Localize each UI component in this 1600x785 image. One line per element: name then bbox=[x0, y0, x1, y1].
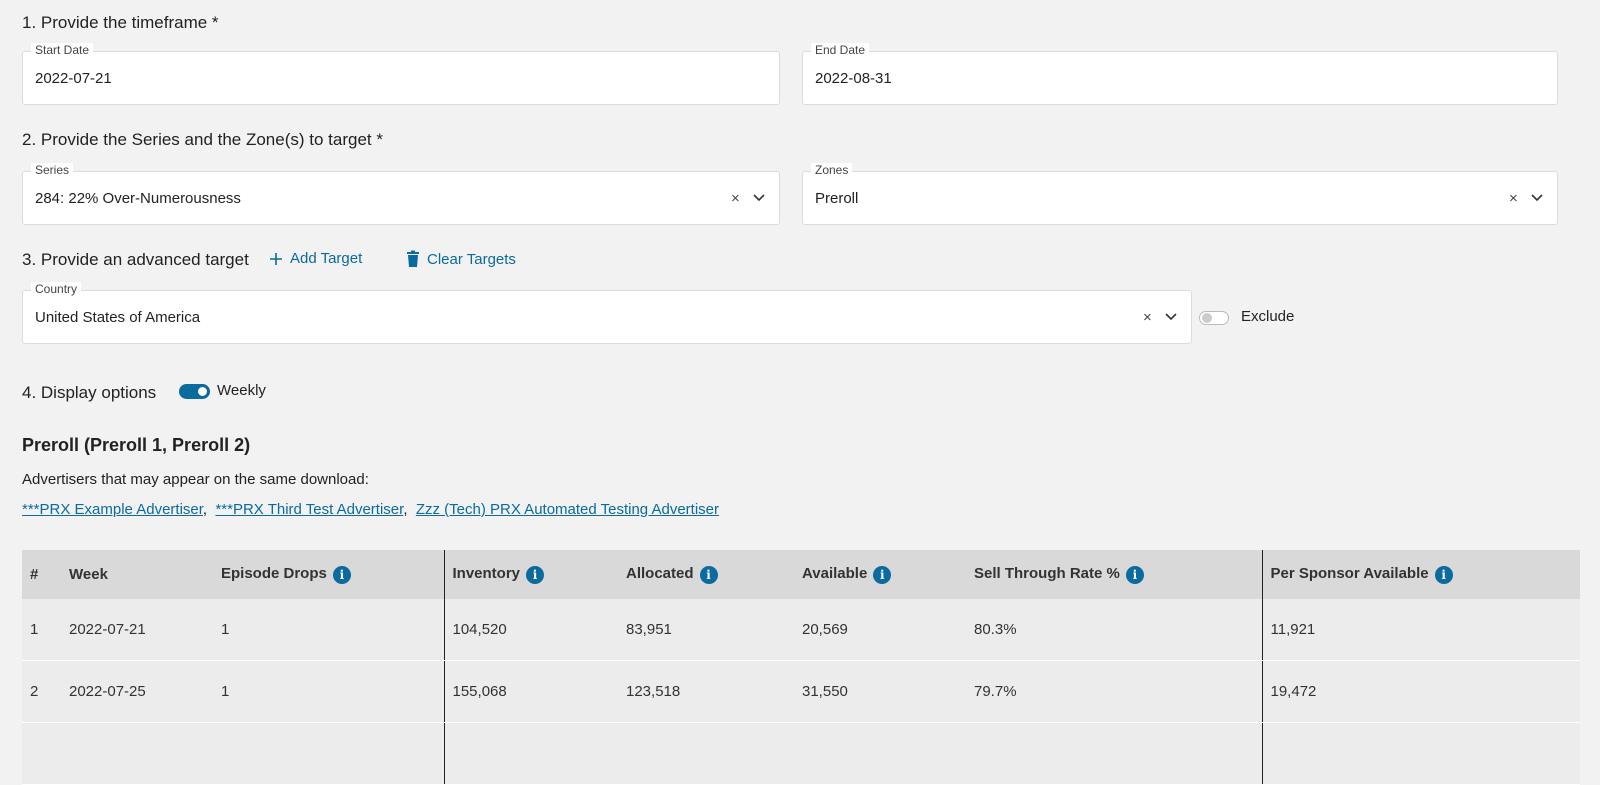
cell-allocated: 83,951 bbox=[618, 599, 794, 661]
zones-value: Preroll bbox=[815, 190, 859, 207]
cell-psa: 19,472 bbox=[1261, 660, 1580, 723]
results-heading: Preroll (Preroll 1, Preroll 2) bbox=[22, 435, 251, 455]
cell-empty bbox=[1261, 722, 1580, 785]
cell-available: 20,569 bbox=[794, 599, 966, 661]
zones-clear-icon[interactable]: × bbox=[1509, 190, 1518, 207]
info-icon[interactable]: i bbox=[873, 565, 892, 584]
col-header-drops-label: Episode Drops bbox=[221, 565, 327, 583]
series-chevron-down-icon[interactable] bbox=[752, 191, 766, 205]
cell-empty bbox=[966, 722, 1262, 785]
country-label: Country bbox=[31, 282, 82, 296]
cell-empty bbox=[61, 722, 213, 785]
cell-str: 80.3% bbox=[966, 599, 1262, 661]
cell-empty bbox=[443, 722, 618, 785]
series-select[interactable]: Series 284: 22% Over-Numerousness × bbox=[22, 163, 780, 225]
advertiser-link[interactable]: Zzz (Tech) PRX Automated Testing Adverti… bbox=[416, 501, 719, 518]
end-date-field[interactable]: End Date 2022-08-31 bbox=[802, 43, 1558, 105]
cell-num: 2 bbox=[22, 660, 61, 723]
start-date-value[interactable]: 2022-07-21 bbox=[35, 70, 112, 87]
info-icon[interactable]: i bbox=[526, 565, 545, 584]
advertisers-intro: Advertisers that may appear on the same … bbox=[22, 471, 369, 488]
exclude-label: Exclude bbox=[1241, 308, 1295, 325]
inventory-table: # Week Episode Drops i Inventory i Allocat… bbox=[22, 550, 1580, 785]
weekly-toggle-knob bbox=[198, 387, 207, 396]
series-label: Series bbox=[31, 163, 74, 177]
section-title-series-zones: 2. Provide the Series and the Zone(s) to… bbox=[22, 130, 383, 149]
cell-drops: 1 bbox=[213, 599, 444, 661]
cell-week: 2022-07-25 bbox=[61, 660, 213, 723]
col-header-available: Available i bbox=[794, 550, 966, 599]
clear-targets-label: Clear Targets bbox=[427, 250, 516, 268]
section-title-display: 4. Display options bbox=[22, 383, 157, 402]
table-row bbox=[22, 722, 1580, 785]
list-separator: , bbox=[202, 501, 208, 518]
start-date-label: Start Date bbox=[31, 43, 94, 57]
advertiser-list: ***PRX Example Advertiser, ***PRX Third … bbox=[22, 501, 719, 518]
zones-select[interactable]: Zones Preroll × bbox=[802, 163, 1558, 225]
info-icon[interactable]: i bbox=[332, 565, 351, 584]
country-chevron-down-icon[interactable] bbox=[1164, 310, 1178, 324]
table-row: 1 2022-07-21 1 104,520 83,951 20,569 80.… bbox=[22, 599, 1580, 661]
col-header-psa-label: Per Sponsor Available bbox=[1270, 565, 1429, 583]
advertiser-link[interactable]: ***PRX Example Advertiser bbox=[22, 501, 203, 518]
end-date-label: End Date bbox=[811, 43, 870, 57]
exclude-toggle[interactable] bbox=[1199, 311, 1229, 325]
series-clear-icon[interactable]: × bbox=[731, 190, 740, 207]
clear-targets-button[interactable]: Clear Targets bbox=[405, 250, 516, 268]
col-header-inventory-label: Inventory bbox=[452, 565, 521, 583]
info-icon[interactable]: i bbox=[1434, 565, 1453, 584]
col-header-str-label: Sell Through Rate % bbox=[974, 565, 1120, 583]
cell-num: 1 bbox=[22, 599, 61, 661]
info-icon[interactable]: i bbox=[1125, 565, 1144, 584]
country-select[interactable]: Country United States of America × bbox=[22, 282, 1192, 344]
col-header-num: # bbox=[22, 550, 61, 599]
cell-available: 31,550 bbox=[794, 660, 966, 723]
table-header-row: # Week Episode Drops i Inventory i Allocat… bbox=[22, 550, 1580, 599]
col-header-drops: Episode Drops i bbox=[213, 550, 444, 599]
col-header-allocated-label: Allocated bbox=[626, 565, 694, 583]
cell-str: 79.7% bbox=[966, 660, 1262, 723]
cell-drops: 1 bbox=[213, 660, 444, 723]
cell-allocated: 123,518 bbox=[618, 660, 794, 723]
col-header-str: Sell Through Rate % i bbox=[966, 550, 1262, 599]
section-title-advanced: 3. Provide an advanced target bbox=[22, 250, 249, 269]
add-target-button[interactable]: Add Target bbox=[268, 250, 362, 267]
series-value: 284: 22% Over-Numerousness bbox=[35, 190, 241, 207]
info-icon[interactable]: i bbox=[699, 565, 718, 584]
end-date-value[interactable]: 2022-08-31 bbox=[815, 70, 892, 87]
cell-empty bbox=[618, 722, 794, 785]
section-title-timeframe: 1. Provide the timeframe * bbox=[22, 13, 219, 32]
trash-icon bbox=[407, 250, 419, 267]
cell-psa: 11,921 bbox=[1261, 599, 1580, 661]
advertiser-link[interactable]: ***PRX Third Test Advertiser bbox=[215, 501, 403, 518]
zones-chevron-down-icon[interactable] bbox=[1530, 191, 1544, 205]
weekly-toggle[interactable] bbox=[179, 384, 210, 399]
cell-inventory: 155,068 bbox=[443, 660, 618, 723]
weekly-label: Weekly bbox=[217, 382, 266, 399]
col-header-psa: Per Sponsor Available i bbox=[1261, 550, 1580, 599]
cell-empty bbox=[213, 722, 444, 785]
plus-icon bbox=[270, 252, 282, 265]
col-header-inventory: Inventory i bbox=[443, 550, 618, 599]
country-value: United States of America bbox=[35, 309, 201, 326]
zones-label: Zones bbox=[811, 163, 853, 177]
cell-empty bbox=[22, 722, 61, 785]
table-row: 2 2022-07-25 1 155,068 123,518 31,550 79… bbox=[22, 660, 1580, 723]
cell-inventory: 104,520 bbox=[443, 599, 618, 661]
col-header-week: Week bbox=[61, 550, 213, 599]
col-header-allocated: Allocated i bbox=[618, 550, 794, 599]
add-target-label: Add Target bbox=[290, 250, 363, 267]
cell-week: 2022-07-21 bbox=[61, 599, 213, 661]
cell-empty bbox=[794, 722, 966, 785]
start-date-field[interactable]: Start Date 2022-07-21 bbox=[22, 43, 780, 105]
list-separator: , bbox=[403, 501, 408, 518]
col-header-available-label: Available bbox=[802, 565, 868, 583]
exclude-toggle-knob bbox=[1202, 313, 1212, 323]
country-clear-icon[interactable]: × bbox=[1143, 309, 1152, 326]
